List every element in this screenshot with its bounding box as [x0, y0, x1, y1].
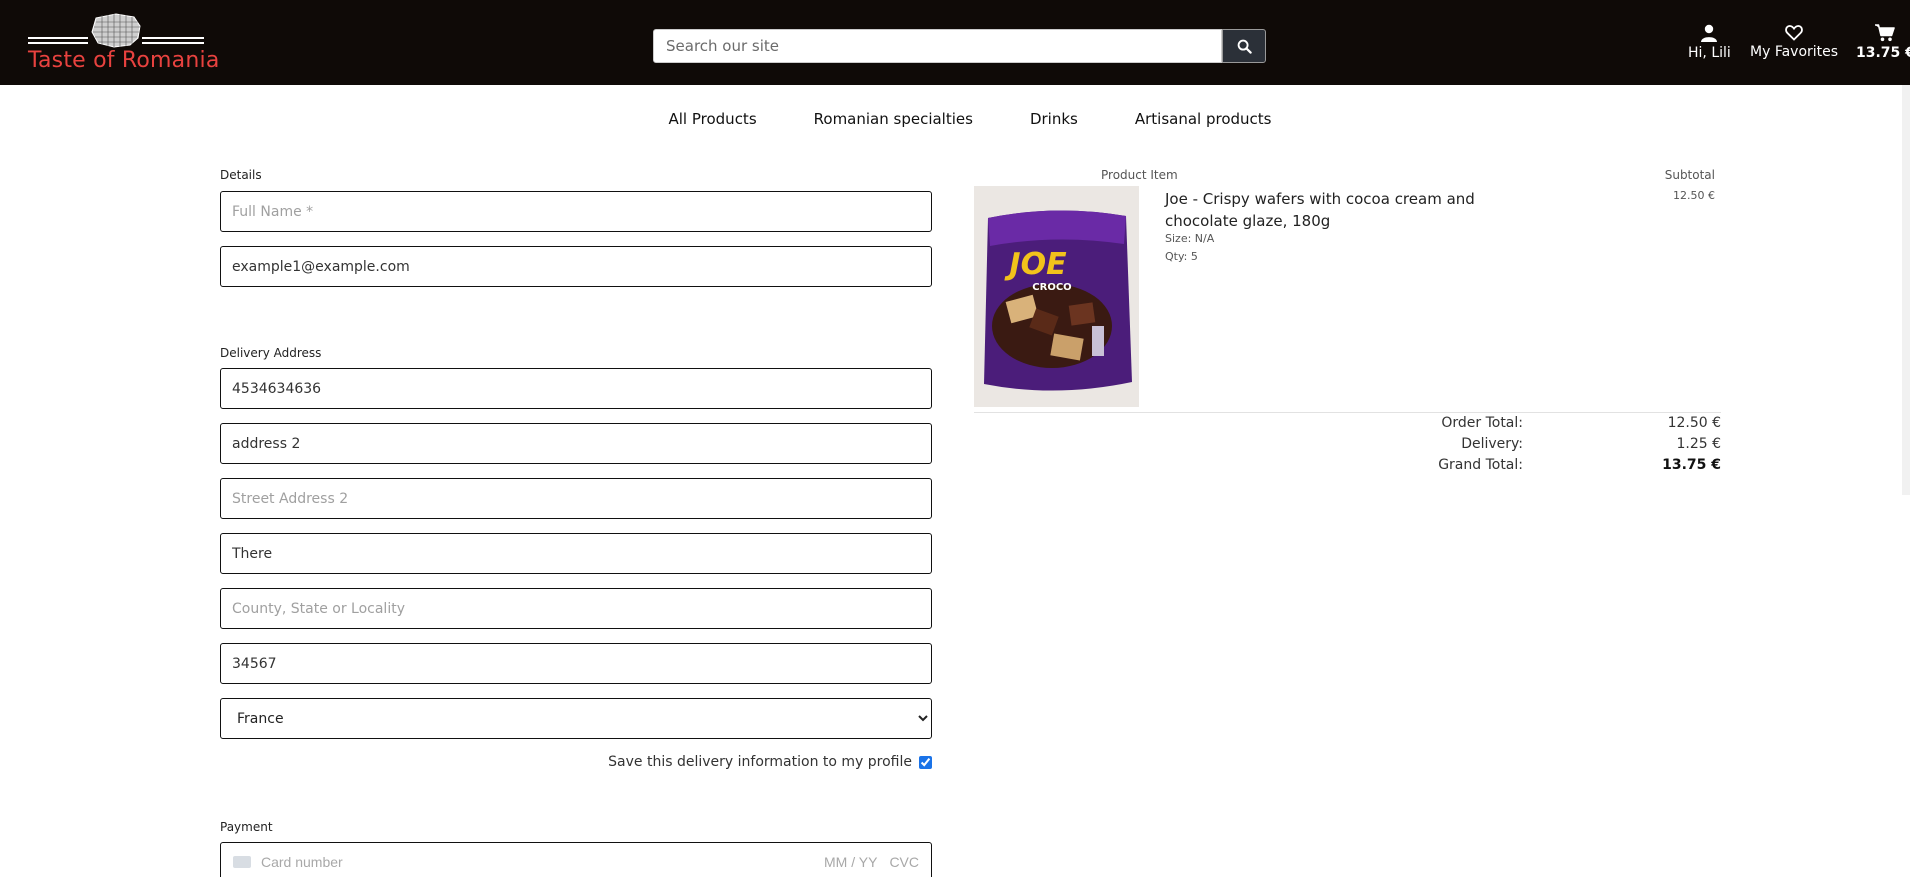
product-name[interactable]: Joe - Crispy wafers with cocoa cream and…	[1165, 188, 1535, 232]
card-expiry-placeholder: MM / YY	[824, 854, 878, 870]
product-qty: Qty: 5	[1165, 250, 1198, 263]
save-info-row: Save this delivery information to my pro…	[560, 754, 932, 770]
order-total-label: Order Total:	[1441, 415, 1523, 431]
wafer-package-image: JOE CROCO	[974, 186, 1139, 407]
search-icon	[1237, 39, 1252, 54]
card-element[interactable]: Card number MM / YY CVC	[220, 842, 932, 877]
nav-drinks[interactable]: Drinks	[1030, 110, 1078, 128]
account-menu[interactable]: Hi, Lili	[1688, 24, 1731, 61]
email-field[interactable]	[220, 246, 932, 287]
package-brand-text: JOE	[1004, 247, 1067, 282]
phone-field[interactable]	[220, 368, 932, 409]
summary-divider	[974, 412, 1721, 413]
town-field[interactable]	[220, 533, 932, 574]
grand-total-value: 13.75 €	[1662, 457, 1721, 473]
header-bar: Taste of Romania Hi, Lili My Favorites 1…	[0, 0, 1910, 85]
search-input[interactable]	[653, 29, 1222, 63]
street-address-1-field[interactable]	[220, 423, 932, 464]
heart-icon	[1785, 25, 1803, 41]
favorites-link[interactable]: My Favorites	[1750, 24, 1838, 60]
product-image[interactable]: JOE CROCO	[974, 186, 1139, 407]
details-label: Details	[220, 168, 262, 182]
nav-all-products[interactable]: All Products	[669, 110, 757, 128]
delivery-row: Delivery: 1.25 €	[1380, 436, 1721, 452]
main-nav: All Products Romanian specialties Drinks…	[0, 110, 1910, 128]
payment-label: Payment	[220, 820, 273, 834]
order-total-row: Order Total: 12.50 €	[1380, 415, 1721, 431]
cart-total: 13.75 €	[1856, 45, 1910, 61]
search-bar	[653, 29, 1266, 63]
save-info-label: Save this delivery information to my pro…	[608, 754, 912, 770]
delivery-address-label: Delivery Address	[220, 346, 322, 360]
country-select[interactable]: France	[220, 698, 932, 739]
shopping-cart-icon	[1875, 24, 1896, 42]
site-logo[interactable]: Taste of Romania	[26, 12, 219, 76]
product-item-header: Product Item	[1101, 168, 1178, 182]
card-number-placeholder: Card number	[261, 854, 343, 870]
credit-card-icon	[233, 856, 251, 868]
logo-map-icon	[28, 13, 204, 48]
search-button[interactable]	[1222, 29, 1266, 63]
full-name-field[interactable]	[220, 191, 932, 232]
product-size: Size: N/A	[1165, 232, 1215, 245]
delivery-label: Delivery:	[1461, 436, 1523, 452]
card-cvc-placeholder: CVC	[889, 854, 919, 870]
postcode-field[interactable]	[220, 643, 932, 684]
street-address-2-field[interactable]	[220, 478, 932, 519]
favorites-label: My Favorites	[1750, 44, 1839, 60]
order-total-value: 12.50 €	[1667, 415, 1721, 431]
save-info-checkbox[interactable]	[919, 755, 932, 769]
user-icon	[1701, 24, 1718, 42]
page-scrollbar[interactable]	[1902, 85, 1910, 495]
cart-link[interactable]: 13.75 €	[1856, 24, 1910, 61]
nav-artisanal-products[interactable]: Artisanal products	[1135, 110, 1272, 128]
product-subtotal: 12.50 €	[1673, 189, 1715, 202]
delivery-value: 1.25 €	[1676, 436, 1721, 452]
grand-total-row: Grand Total: 13.75 €	[1380, 457, 1721, 473]
grand-total-label: Grand Total:	[1438, 457, 1523, 473]
subtotal-header: Subtotal	[1664, 168, 1715, 182]
package-sub-text: CROCO	[1032, 282, 1071, 293]
county-field[interactable]	[220, 588, 932, 629]
account-label: Hi, Lili	[1688, 45, 1731, 61]
logo-text: Taste of Romania	[28, 48, 220, 73]
nav-romanian-specialties[interactable]: Romanian specialties	[814, 110, 973, 128]
